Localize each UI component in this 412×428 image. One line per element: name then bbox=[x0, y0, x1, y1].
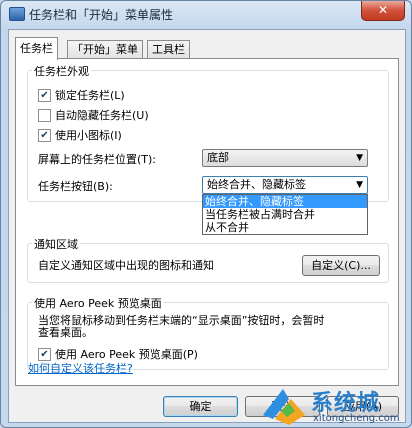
small-icons-checkbox[interactable]: ✔ 使用小图标(I) bbox=[38, 127, 122, 142]
chevron-down-icon: ▼ bbox=[356, 153, 363, 163]
window-title: 任务栏和「开始」菜单属性 bbox=[29, 8, 174, 22]
logo-icon bbox=[263, 389, 305, 425]
taskbar-app-icon bbox=[9, 7, 25, 21]
checkbox-label: 使用小图标(I) bbox=[55, 129, 122, 142]
title-bar[interactable]: 任务栏和「开始」菜单属性 ✕ bbox=[1, 1, 411, 27]
checkbox-label: 锁定任务栏(L) bbox=[55, 89, 125, 102]
close-button[interactable]: ✕ bbox=[361, 1, 405, 21]
appearance-group-title: 任务栏外观 bbox=[32, 63, 91, 79]
tab-toolbars[interactable]: 工具栏 bbox=[147, 40, 190, 59]
tab-start-menu[interactable]: 「开始」菜单 bbox=[67, 40, 143, 59]
dropdown-option[interactable]: 始终合并、隐藏标签 bbox=[203, 195, 367, 208]
checkbox-label: 自动隐藏任务栏(U) bbox=[55, 109, 149, 122]
dialog-window: 任务栏和「开始」菜单属性 ✕ 任务栏 「开始」菜单 工具栏 任务栏外观 ✔ 锁定任… bbox=[0, 0, 412, 428]
buttons-label: 任务栏按钮(B): bbox=[38, 180, 113, 193]
notify-group-title: 通知区域 bbox=[32, 236, 80, 252]
aero-group-title: 使用 Aero Peek 预览桌面 bbox=[32, 295, 164, 311]
buttons-dropdown-list: 始终合并、隐藏标签 当任务栏被占满时合并 从不合并 bbox=[202, 194, 368, 235]
watermark-logo: 系统城 xitongcheng.com bbox=[259, 385, 409, 427]
notify-text: 自定义通知区域中出现的图标和通知 bbox=[38, 259, 214, 272]
position-select[interactable]: 底部 ▼ bbox=[202, 149, 368, 167]
position-select-value: 底部 bbox=[207, 151, 229, 164]
aero-description-cont: 查看桌面。 bbox=[38, 326, 93, 339]
customize-button[interactable]: 自定义(C)... bbox=[302, 255, 380, 276]
dialog-client: 任务栏 「开始」菜单 工具栏 任务栏外观 ✔ 锁定任务栏(L) 自动隐藏任务栏(U… bbox=[8, 29, 406, 423]
buttons-select[interactable]: 始终合并、隐藏标签 ▼ bbox=[202, 176, 368, 194]
help-link[interactable]: 如何自定义该任务栏? bbox=[28, 360, 133, 376]
dropdown-option[interactable]: 当任务栏被占满时合并 bbox=[203, 208, 367, 221]
ok-button[interactable]: 确定 bbox=[163, 396, 238, 417]
watermark-url: xitongcheng.com bbox=[313, 413, 400, 424]
auto-hide-checkbox[interactable]: 自动隐藏任务栏(U) bbox=[38, 107, 149, 122]
dropdown-option[interactable]: 从不合并 bbox=[203, 221, 367, 234]
position-label: 屏幕上的任务栏位置(T): bbox=[38, 153, 157, 166]
checkbox-box[interactable]: ✔ bbox=[38, 128, 51, 142]
checkbox-box[interactable]: ✔ bbox=[38, 88, 51, 102]
tab-taskbar[interactable]: 任务栏 bbox=[15, 37, 58, 60]
buttons-select-value: 始终合并、隐藏标签 bbox=[207, 178, 306, 191]
tab-panel: 任务栏外观 ✔ 锁定任务栏(L) 自动隐藏任务栏(U) ✔ 使用小图标(I) 屏幕上… bbox=[15, 58, 399, 386]
lock-taskbar-checkbox[interactable]: ✔ 锁定任务栏(L) bbox=[38, 87, 125, 102]
chevron-down-icon: ▼ bbox=[356, 180, 363, 190]
aero-peek-checkbox[interactable]: ✔ 使用 Aero Peek 预览桌面(P) bbox=[38, 346, 198, 361]
checkbox-box[interactable] bbox=[38, 108, 51, 122]
checkbox-box[interactable]: ✔ bbox=[38, 347, 51, 361]
